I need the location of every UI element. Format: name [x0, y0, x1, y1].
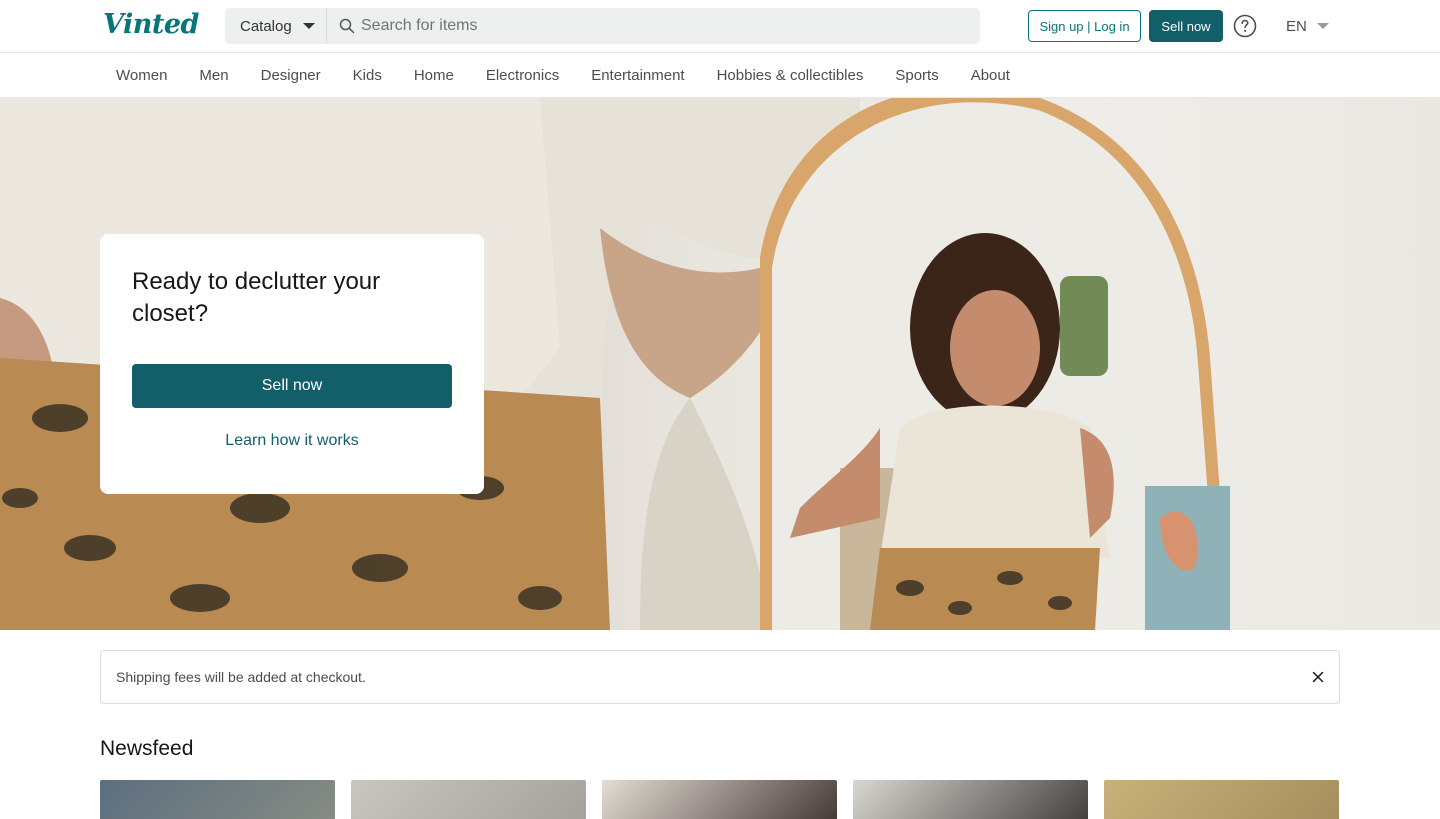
chevron-down-icon [1316, 23, 1329, 29]
close-icon[interactable] [1311, 670, 1325, 684]
nav-entertainment[interactable]: Entertainment [575, 53, 700, 98]
hero-title: Ready to declutter your closet? [132, 268, 381, 327]
search-bar: Catalog [225, 8, 980, 44]
category-nav: Women Men Designer Kids Home Electronics… [0, 53, 1440, 98]
newsfeed-grid [100, 780, 1340, 819]
nav-home[interactable]: Home [398, 53, 470, 98]
nav-men[interactable]: Men [183, 53, 244, 98]
newsfeed-heading: Newsfeed [100, 737, 194, 760]
signup-login-button[interactable]: Sign up | Log in [1028, 10, 1141, 42]
catalog-dropdown[interactable]: Catalog [225, 8, 327, 44]
shipping-notice: Shipping fees will be added at checkout. [100, 650, 1340, 704]
vinted-logo[interactable]: Vinted [103, 9, 199, 40]
sell-now-button[interactable]: Sell now [1149, 10, 1223, 42]
feed-item[interactable] [100, 780, 335, 819]
search-input[interactable] [355, 8, 980, 44]
search-icon [339, 18, 355, 34]
catalog-label: Catalog [240, 17, 292, 35]
feed-item[interactable] [853, 780, 1088, 819]
nav-hobbies-collectibles[interactable]: Hobbies & collectibles [701, 53, 880, 98]
nav-women[interactable]: Women [100, 53, 183, 98]
hero-sell-now-button[interactable]: Sell now [132, 364, 452, 408]
nav-sports[interactable]: Sports [879, 53, 954, 98]
feed-item[interactable] [351, 780, 586, 819]
feed-item[interactable] [1104, 780, 1339, 819]
nav-about[interactable]: About [955, 53, 1026, 98]
learn-how-it-works-link[interactable]: Learn how it works [132, 432, 452, 450]
top-header: Vinted Catalog Sign up | Log in Sell now… [0, 0, 1440, 53]
question-circle-icon[interactable] [1233, 14, 1257, 38]
language-label: EN [1286, 17, 1307, 35]
shipping-notice-text: Shipping fees will be added at checkout. [116, 669, 366, 685]
nav-electronics[interactable]: Electronics [470, 53, 575, 98]
hero-banner: Ready to declutter your closet? Sell now… [0, 98, 1440, 630]
hero-cta-card: Ready to declutter your closet? Sell now… [100, 234, 484, 494]
chevron-down-icon [302, 23, 315, 29]
feed-item[interactable] [602, 780, 837, 819]
language-selector[interactable]: EN [1286, 17, 1329, 35]
nav-designer[interactable]: Designer [245, 53, 337, 98]
nav-kids[interactable]: Kids [337, 53, 398, 98]
